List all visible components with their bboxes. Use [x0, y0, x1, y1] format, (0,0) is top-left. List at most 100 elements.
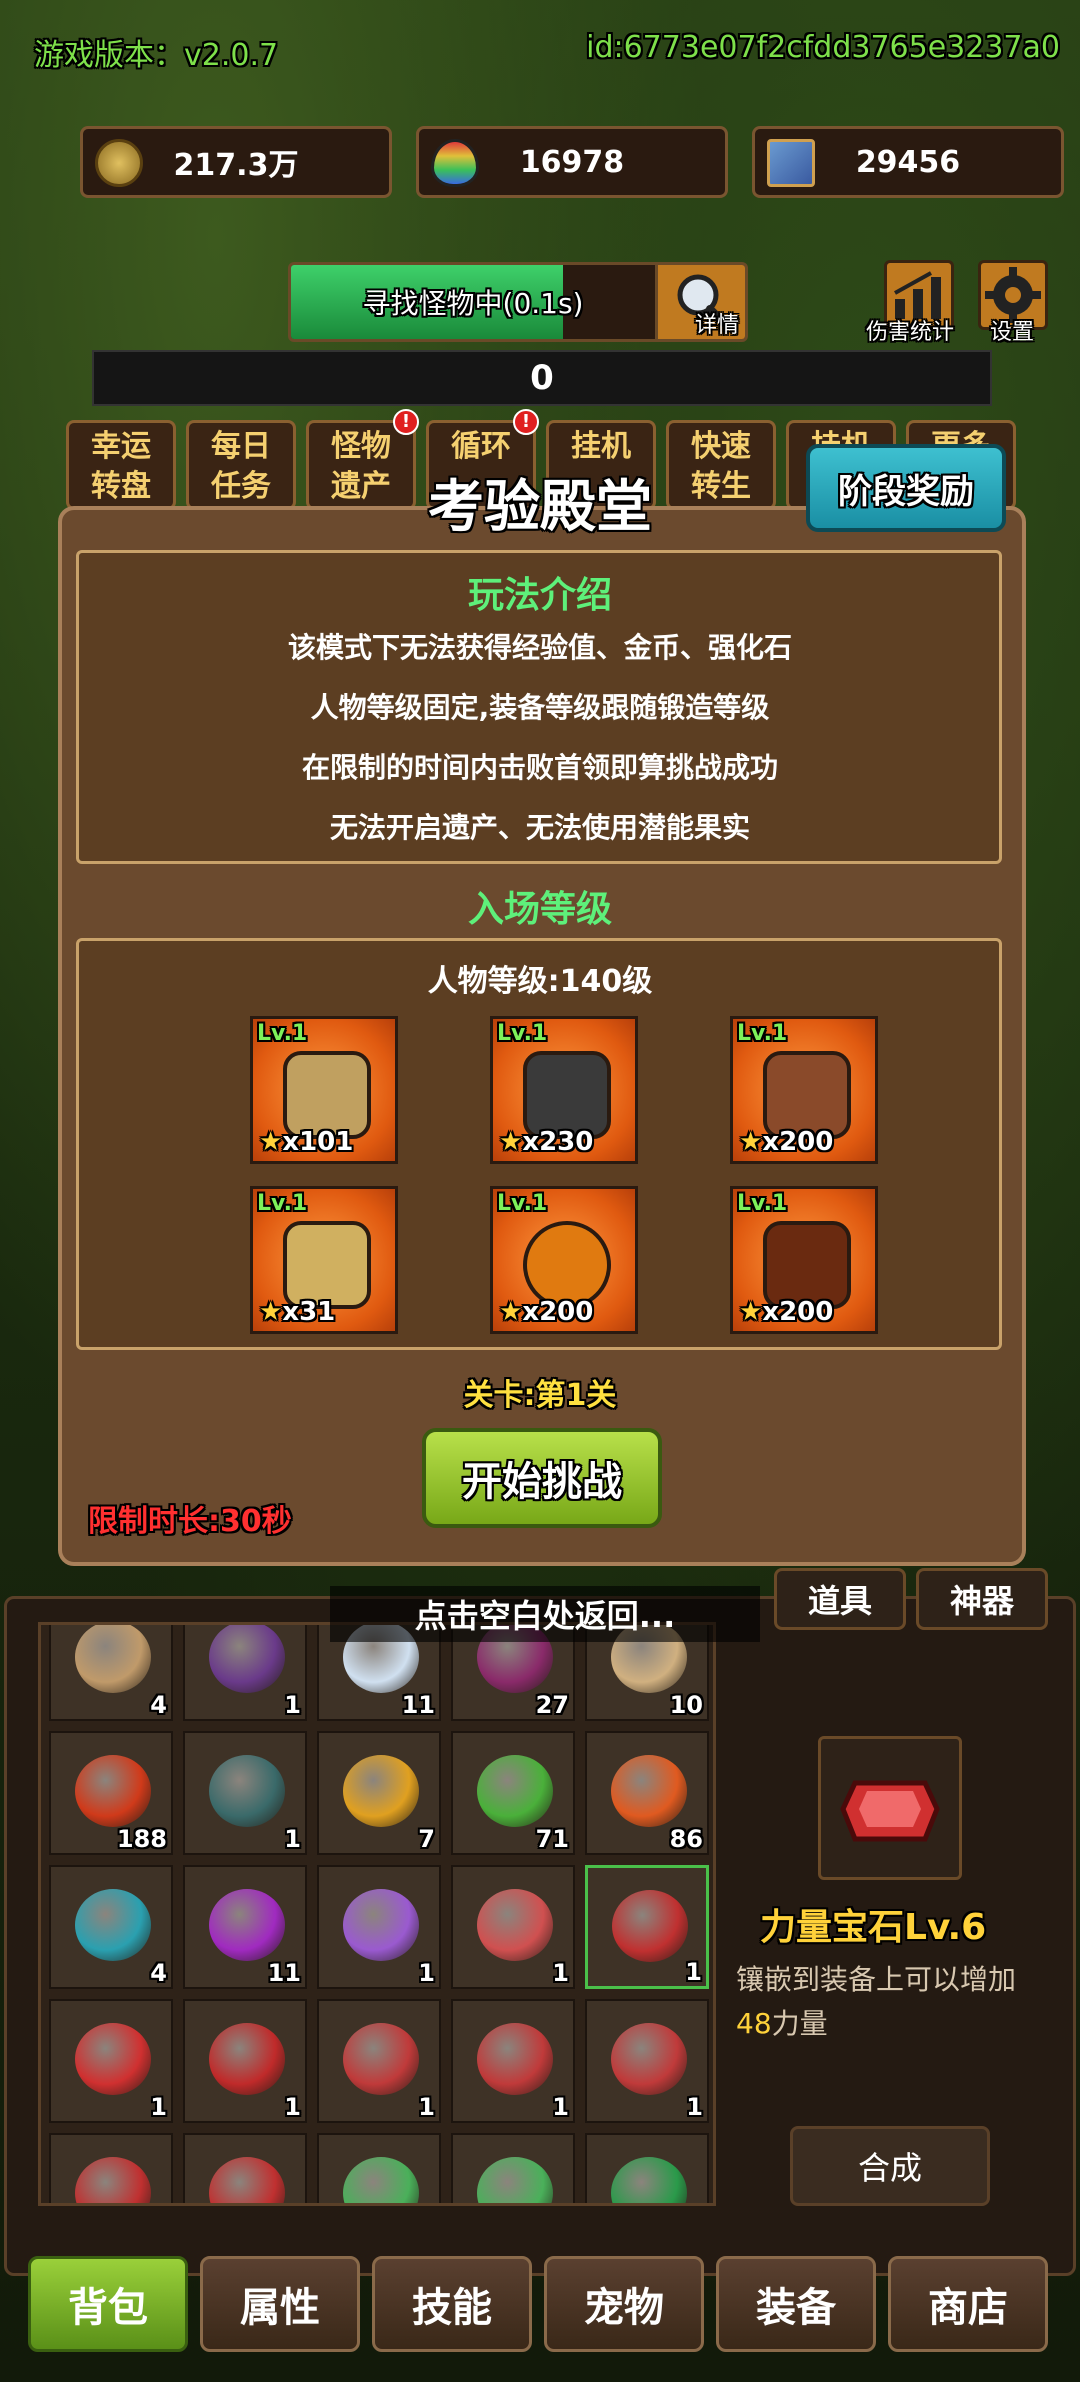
item-count: 1 [552, 2093, 569, 2121]
star-icon: ★ [259, 1297, 283, 1327]
rule-line: 该模式下无法获得经验值、金币、强化石 [287, 631, 792, 664]
nav-backpack[interactable]: 背包 [28, 2256, 188, 2352]
nav-attributes[interactable]: 属性 [200, 2256, 360, 2352]
inventory-cell[interactable] [585, 2133, 709, 2203]
equipment-slot[interactable]: Lv.1 ★x31 [250, 1186, 398, 1334]
char-level: 人物等级:140级 [427, 964, 653, 999]
search-status: 寻找怪物中(0.1s) [362, 287, 584, 320]
inventory-cell[interactable]: 1 [49, 1999, 173, 2123]
inventory-cell[interactable]: 1 [451, 1999, 575, 2123]
nav-skills[interactable]: 技能 [372, 2256, 532, 2352]
entry-level-title: 入场等级 [467, 889, 612, 930]
equipment-slot[interactable]: Lv.1 ★x101 [250, 1016, 398, 1164]
inventory-cell[interactable]: 4 [49, 1865, 173, 1989]
card-icon [767, 139, 815, 187]
inventory-cell[interactable] [317, 2133, 441, 2203]
synthesize-button[interactable]: 合成 [790, 2126, 990, 2206]
item-icon [209, 1889, 285, 1961]
inventory-grid: 4 1 11 27 10 188 1 7 71 86 4 11 1 1 1 1 1 1 1 1 [38, 1622, 716, 2206]
nav-shop[interactable]: 商店 [888, 2256, 1048, 2352]
inventory-cell[interactable]: 71 [451, 1731, 575, 1855]
tab-artifacts[interactable]: 神器 [916, 1568, 1048, 1630]
equipment-slot[interactable]: Lv.1 ★x230 [490, 1016, 638, 1164]
inventory-cell[interactable]: 1 [183, 1625, 307, 1721]
item-icon [477, 2023, 553, 2095]
item-count: 1 [150, 2093, 167, 2121]
inventory-cell[interactable]: 11 [183, 1865, 307, 1989]
item-icon [611, 1755, 687, 1827]
item-icon [75, 1889, 151, 1961]
item-count: 1 [552, 1959, 569, 1987]
item-icon [612, 1890, 688, 1962]
inventory-cell[interactable]: 7 [317, 1731, 441, 1855]
item-icon [477, 1889, 553, 1961]
inventory-cell[interactable]: 1 [183, 1999, 307, 2123]
damage-counter: 0 [92, 350, 992, 406]
inventory-cell[interactable]: 1 [451, 1865, 575, 1989]
item-count: 1 [685, 1958, 702, 1986]
equipment-slot[interactable]: Lv.1 ★x200 [730, 1016, 878, 1164]
ring-icon [523, 1221, 611, 1309]
nav-equipment[interactable]: 装备 [716, 2256, 876, 2352]
alert-badge: ! [393, 409, 419, 435]
item-icon [477, 1755, 553, 1827]
inventory-cell[interactable]: 1 [585, 1999, 709, 2123]
tab-items[interactable]: 道具 [774, 1568, 906, 1630]
equip-level: Lv.1 [497, 1021, 548, 1046]
equip-count: ★x200 [739, 1127, 834, 1157]
equip-level: Lv.1 [257, 1191, 308, 1216]
selected-item-name: 力量宝石Lv.6 [760, 1907, 987, 1948]
item-count: 1 [284, 1825, 301, 1853]
inventory-cell[interactable]: 1 [183, 1731, 307, 1855]
item-count: 86 [669, 1825, 703, 1853]
item-count: 10 [669, 1691, 703, 1719]
equip-count: ★x31 [259, 1297, 336, 1327]
alert-badge: ! [513, 409, 539, 435]
sword-icon [283, 1051, 371, 1139]
item-count: 1 [418, 1959, 435, 1987]
item-count: 11 [267, 1959, 301, 1987]
details-button[interactable]: 详情 [655, 265, 745, 339]
equipment-slot[interactable]: Lv.1 ★x200 [490, 1186, 638, 1334]
feature-label: 循环 [451, 429, 511, 464]
item-count: 1 [284, 1691, 301, 1719]
item-icon [209, 2023, 285, 2095]
desc-text: 镶嵌到装备上可以增加 [736, 1963, 1017, 1996]
necklace-icon [763, 1221, 851, 1309]
inventory-cell[interactable]: 1 [585, 1865, 709, 1989]
stage-reward-button[interactable]: 阶段奖励 [806, 444, 1006, 532]
rainbow-egg-icon [431, 139, 479, 187]
damage-stats-label: 伤害统计 [866, 320, 955, 345]
details-label: 详情 [694, 313, 739, 338]
item-count: 188 [116, 1825, 167, 1853]
inventory-cell[interactable]: 86 [585, 1731, 709, 1855]
inventory-cell[interactable] [451, 2133, 575, 2203]
item-icon [209, 1755, 285, 1827]
inventory-cell[interactable]: 1 [317, 1865, 441, 1989]
inventory-cell[interactable]: 4 [49, 1625, 173, 1721]
item-icon [611, 2023, 687, 2095]
inventory-cell[interactable]: 1 [317, 1999, 441, 2123]
star-icon: ★ [739, 1297, 763, 1327]
tap-to-return-hint[interactable]: 点击空白处返回... [330, 1586, 760, 1642]
item-icon [343, 2157, 419, 2203]
start-challenge-button[interactable]: 开始挑战 [422, 1428, 662, 1528]
item-icon [75, 1625, 151, 1693]
inventory-cell[interactable] [183, 2133, 307, 2203]
item-count: 7 [418, 1825, 435, 1853]
monster-search-bar: 寻找怪物中(0.1s) 详情 [288, 262, 748, 342]
boots-icon [283, 1221, 371, 1309]
inventory-cell[interactable]: 188 [49, 1731, 173, 1855]
item-icon [343, 1755, 419, 1827]
equip-count: ★x200 [739, 1297, 834, 1327]
equipment-slot[interactable]: Lv.1 ★x200 [730, 1186, 878, 1334]
selected-item-icon [818, 1736, 962, 1880]
card-counter: 29456 [752, 126, 1064, 198]
inventory-cell[interactable] [49, 2133, 173, 2203]
nav-pets[interactable]: 宠物 [544, 2256, 704, 2352]
item-icon [209, 1625, 285, 1693]
time-limit: 限制时长:30秒 [88, 1504, 292, 1539]
star-icon: ★ [499, 1297, 523, 1327]
item-icon [75, 1755, 151, 1827]
equip-level: Lv.1 [737, 1021, 788, 1046]
